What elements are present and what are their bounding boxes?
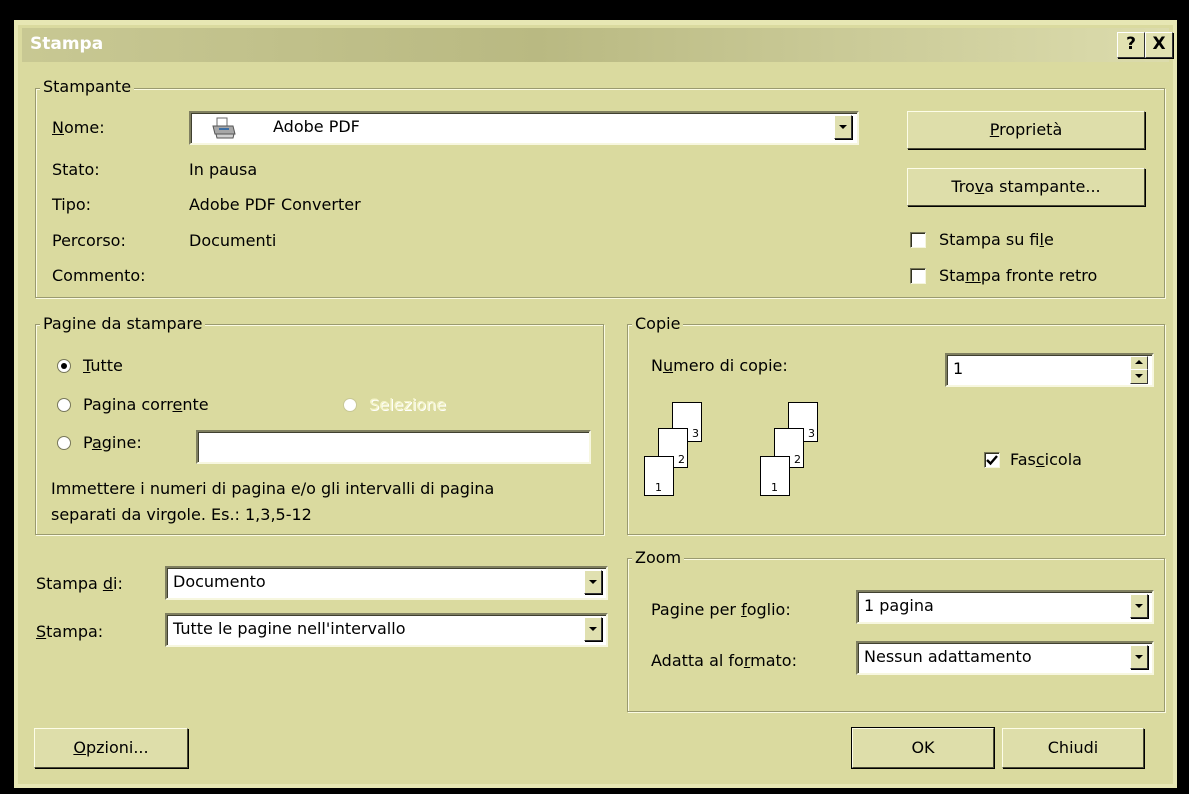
copies-count-label: Numero di copie: [651, 356, 788, 375]
printer-name-dropdown-button[interactable] [834, 115, 852, 139]
copies-legend: Copie [632, 315, 684, 333]
page-range-hint-line2: separati da virgole. Es.: 1,3,5-12 [51, 505, 312, 524]
printer-name-value: Adobe PDF [273, 117, 360, 136]
scale-dropdown-button[interactable] [1130, 645, 1148, 669]
status-value: In pausa [189, 160, 258, 179]
duplex-checkbox[interactable] [910, 268, 926, 284]
printer-name-select[interactable]: Adobe PDF [189, 111, 859, 145]
path-label: Percorso: [52, 231, 126, 250]
help-icon: ? [1126, 34, 1136, 54]
printer-group-legend: Stampante [40, 78, 135, 96]
print-of-value: Documento [173, 572, 266, 591]
all-pages-radio[interactable] [57, 359, 71, 373]
page-range-hint-line1: Immettere i numeri di pagina e/o gli int… [51, 479, 495, 498]
properties-button[interactable]: Proprietà [907, 111, 1145, 149]
duplex-label: Stampa fronte retro [939, 266, 1098, 285]
printer-name-label: Nome: [52, 118, 105, 137]
chevron-down-icon [589, 627, 597, 631]
print-value: Tutte le pagine nell'intervallo [173, 619, 406, 638]
collate-preview-stack-1: 3 2 1 [644, 400, 734, 510]
chevron-down-icon [589, 580, 597, 584]
close-button[interactable]: X [1145, 32, 1173, 58]
spin-up-icon [1135, 360, 1143, 364]
pages-per-sheet-value: 1 pagina [864, 596, 934, 615]
comment-label: Commento: [52, 266, 146, 285]
pages-radio[interactable] [57, 436, 71, 450]
title-bar[interactable] [22, 28, 1169, 62]
type-value: Adobe PDF Converter [189, 195, 361, 214]
selection-radio [343, 398, 357, 412]
spin-down-icon [1135, 374, 1143, 378]
collate-checkbox[interactable] [984, 452, 1000, 468]
print-to-file-checkbox[interactable] [910, 232, 926, 248]
pages-per-sheet-select[interactable]: 1 pagina [856, 590, 1154, 624]
radio-selected-icon [61, 363, 67, 369]
chevron-down-icon [839, 125, 847, 129]
find-printer-button[interactable]: Trova stampante... [907, 168, 1145, 206]
collate-page-icon: 1 [644, 456, 674, 496]
window-title: Stampa [30, 34, 104, 54]
copies-count-input[interactable]: 1 [945, 353, 1154, 387]
checkmark-icon [986, 455, 998, 466]
all-pages-label: Tutte [83, 356, 123, 375]
chevron-down-icon [1135, 655, 1143, 659]
collate-page-icon: 1 [760, 456, 790, 496]
options-button[interactable]: Opzioni... [34, 728, 188, 768]
help-button[interactable]: ? [1117, 32, 1145, 58]
pages-per-sheet-dropdown-button[interactable] [1130, 594, 1148, 618]
print-dropdown-button[interactable] [584, 617, 602, 641]
printer-icon [211, 116, 237, 140]
copies-count-value: 1 [953, 359, 964, 378]
close-dialog-button[interactable]: Chiudi [1002, 728, 1144, 768]
collate-preview-stack-2: 3 2 1 [760, 400, 850, 510]
ok-button[interactable]: OK [851, 727, 995, 769]
pages-per-sheet-label: Pagine per foglio: [651, 600, 791, 619]
scale-label: Adatta al formato: [651, 651, 797, 670]
print-of-dropdown-button[interactable] [584, 570, 602, 594]
current-page-label: Pagina corrente [83, 395, 209, 414]
page-range-legend: Pagine da stampare [40, 315, 206, 333]
status-label: Stato: [52, 160, 100, 179]
scale-value: Nessun adattamento [864, 647, 1032, 666]
pages-label: Pagine: [83, 433, 142, 452]
path-value: Documenti [189, 231, 277, 250]
close-icon: X [1152, 34, 1166, 54]
pages-input[interactable] [196, 430, 591, 464]
print-of-select[interactable]: Documento [165, 566, 608, 600]
print-to-file-label: Stampa su file [939, 230, 1054, 249]
zoom-legend: Zoom [632, 549, 685, 567]
print-of-label: Stampa di: [36, 574, 123, 593]
selection-label: Selezione [369, 395, 446, 414]
scale-select[interactable]: Nessun adattamento [856, 641, 1154, 675]
current-page-radio[interactable] [57, 398, 71, 412]
type-label: Tipo: [52, 195, 92, 214]
print-select[interactable]: Tutte le pagine nell'intervallo [165, 613, 608, 647]
collate-label: Fascicola [1010, 450, 1082, 469]
zoom-group [627, 558, 1165, 712]
print-label: Stampa: [36, 622, 104, 641]
spin-down-button[interactable] [1130, 369, 1148, 384]
chevron-down-icon [1135, 604, 1143, 608]
